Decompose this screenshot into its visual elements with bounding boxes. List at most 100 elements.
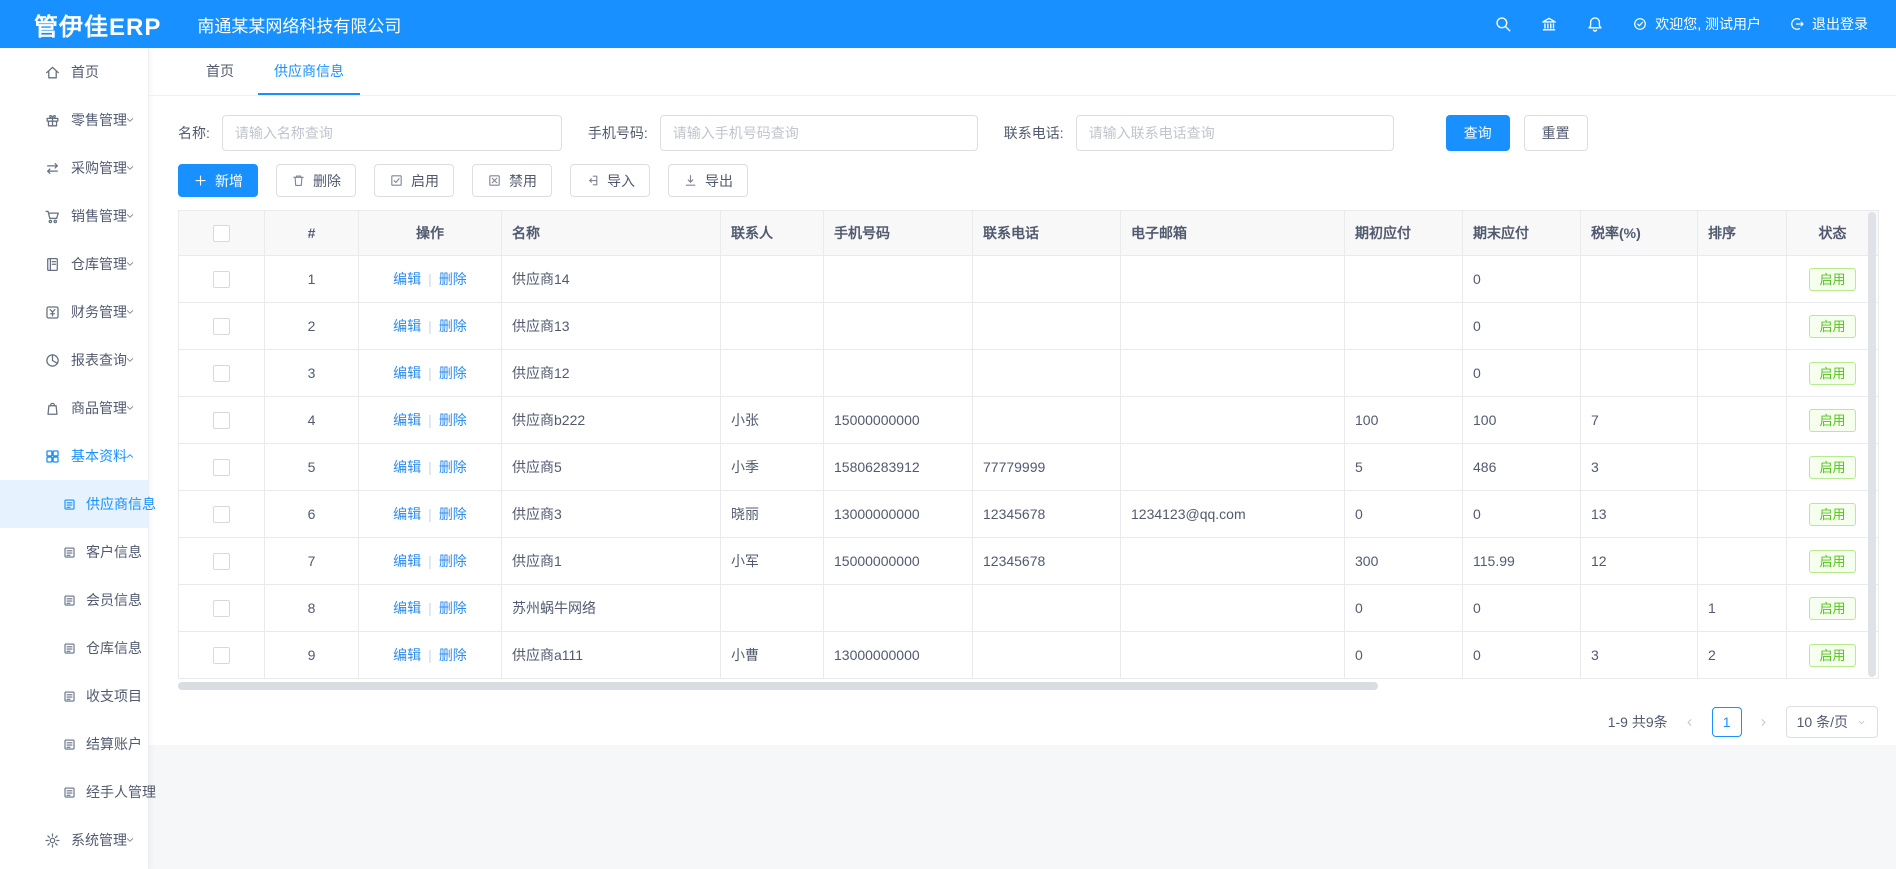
sidebar-item-customer-info[interactable]: 客户信息 xyxy=(0,528,148,576)
delete-link[interactable]: 删除 xyxy=(439,647,467,663)
sidebar-item-settlement-account[interactable]: 结算账户 xyxy=(0,720,148,768)
phone-filter-input[interactable] xyxy=(660,115,978,151)
search-icon[interactable] xyxy=(1494,15,1512,33)
table-horizontal-scrollbar[interactable] xyxy=(178,682,1378,690)
enable-button[interactable]: 启用 xyxy=(374,164,454,197)
delete-link[interactable]: 删除 xyxy=(439,600,467,616)
row-checkbox[interactable] xyxy=(213,412,230,429)
edit-link[interactable]: 编辑 xyxy=(393,553,421,569)
sidebar-item-finance[interactable]: 财务管理 xyxy=(0,288,148,336)
row-checkbox[interactable] xyxy=(213,365,230,382)
tel-filter-input[interactable] xyxy=(1076,115,1394,151)
row-checkbox[interactable] xyxy=(213,318,230,335)
delete-link[interactable]: 删除 xyxy=(439,365,467,381)
cell-closing: 0 xyxy=(1463,491,1581,538)
row-checkbox[interactable] xyxy=(213,600,230,617)
name-filter-input[interactable] xyxy=(222,115,562,151)
edit-link[interactable]: 编辑 xyxy=(393,365,421,381)
sidebar-item-purchase[interactable]: 采购管理 xyxy=(0,144,148,192)
sidebar-item-basic-data[interactable]: 基本资料 xyxy=(0,432,148,480)
sidebar-item-home[interactable]: 首页 xyxy=(0,48,148,96)
reset-button[interactable]: 重置 xyxy=(1524,115,1588,151)
column-header: 税率(%) xyxy=(1581,211,1698,256)
sidebar-item-handler-mgmt[interactable]: 经手人管理 xyxy=(0,768,148,816)
sidebar-item-warehouse[interactable]: 仓库管理 xyxy=(0,240,148,288)
app-root: 管伊佳ERP 南通某某网络科技有限公司 欢迎您, 测试用户 退出登录 首页零售管… xyxy=(0,0,1896,869)
cell-opening xyxy=(1345,350,1463,397)
tab-home[interactable]: 首页 xyxy=(190,48,250,95)
delete-link[interactable]: 删除 xyxy=(439,506,467,522)
import-button[interactable]: 导入 xyxy=(570,164,650,197)
cell-tax: 12 xyxy=(1581,538,1698,585)
main-area: 首页供应商信息 名称: 手机号码: 联系电话: 查询 重置 新增删除启用禁用导 xyxy=(148,48,1896,869)
table-vertical-scrollbar[interactable] xyxy=(1868,212,1876,677)
prev-page-button[interactable] xyxy=(1678,710,1702,734)
supplier-table-wrap: #操作名称联系人手机号码联系电话电子邮箱期初应付期末应付税率(%)排序状态 1编… xyxy=(178,210,1878,679)
phone-filter-label: 手机号码: xyxy=(588,123,648,143)
edit-link[interactable]: 编辑 xyxy=(393,459,421,475)
column-header: 排序 xyxy=(1698,211,1787,256)
sidebar-item-goods[interactable]: 商品管理 xyxy=(0,384,148,432)
cell-tax xyxy=(1581,350,1698,397)
row-checkbox[interactable] xyxy=(213,459,230,476)
row-checkbox[interactable] xyxy=(213,553,230,570)
sidebar-item-member-info[interactable]: 会员信息 xyxy=(0,576,148,624)
sidebar-item-label: 首页 xyxy=(71,62,99,82)
logout-button[interactable]: 退出登录 xyxy=(1789,14,1868,34)
row-actions: 编辑|删除 xyxy=(359,303,502,350)
export-button[interactable]: 导出 xyxy=(668,164,748,197)
select-all-checkbox[interactable] xyxy=(213,225,230,242)
filter-group-tel: 联系电话: xyxy=(1004,115,1394,151)
sidebar-item-supplier-info[interactable]: 供应商信息 xyxy=(0,480,148,528)
cell-closing: 486 xyxy=(1463,444,1581,491)
edit-link[interactable]: 编辑 xyxy=(393,506,421,522)
cell-tel xyxy=(973,585,1121,632)
tabstrip: 首页供应商信息 xyxy=(148,48,1896,96)
page-number[interactable]: 1 xyxy=(1712,707,1742,737)
status-badge: 启用 xyxy=(1809,456,1855,479)
add-button[interactable]: 新增 xyxy=(178,164,258,197)
row-checkbox[interactable] xyxy=(213,647,230,664)
tab-supplier-info[interactable]: 供应商信息 xyxy=(258,48,360,95)
edit-link[interactable]: 编辑 xyxy=(393,318,421,334)
row-index: 6 xyxy=(265,491,359,538)
welcome-user[interactable]: 欢迎您, 测试用户 xyxy=(1632,14,1761,34)
sidebar-item-report[interactable]: 报表查询 xyxy=(0,336,148,384)
disable-button[interactable]: 禁用 xyxy=(472,164,552,197)
delete-link[interactable]: 删除 xyxy=(439,271,467,287)
column-header: 电子邮箱 xyxy=(1121,211,1345,256)
bank-icon[interactable] xyxy=(1540,15,1558,33)
row-actions: 编辑|删除 xyxy=(359,350,502,397)
edit-link[interactable]: 编辑 xyxy=(393,600,421,616)
cell-contact xyxy=(721,585,824,632)
sidebar-item-sales[interactable]: 销售管理 xyxy=(0,192,148,240)
user-status-icon xyxy=(1632,16,1648,32)
search-button[interactable]: 查询 xyxy=(1446,115,1510,151)
delete-link[interactable]: 删除 xyxy=(439,318,467,334)
page-size-select[interactable]: 10 条/页 xyxy=(1786,706,1878,738)
status-badge: 启用 xyxy=(1809,503,1855,526)
edit-link[interactable]: 编辑 xyxy=(393,647,421,663)
doc-icon xyxy=(62,641,77,656)
sidebar-item-income-expense[interactable]: 收支项目 xyxy=(0,672,148,720)
sidebar-item-system[interactable]: 系统管理 xyxy=(0,816,148,864)
status-badge: 启用 xyxy=(1809,644,1855,667)
export-icon xyxy=(683,173,698,188)
x-square-icon xyxy=(487,173,502,188)
pagination-total: 1-9 共9条 xyxy=(1608,712,1668,732)
row-checkbox[interactable] xyxy=(213,271,230,288)
cell-email xyxy=(1121,632,1345,679)
next-page-button[interactable] xyxy=(1752,710,1776,734)
edit-link[interactable]: 编辑 xyxy=(393,412,421,428)
edit-link[interactable]: 编辑 xyxy=(393,271,421,287)
bell-icon[interactable] xyxy=(1586,15,1604,33)
row-checkbox[interactable] xyxy=(213,506,230,523)
column-header: 联系电话 xyxy=(973,211,1121,256)
delete-button[interactable]: 删除 xyxy=(276,164,356,197)
sidebar-item-retail[interactable]: 零售管理 xyxy=(0,96,148,144)
delete-link[interactable]: 删除 xyxy=(439,459,467,475)
delete-link[interactable]: 删除 xyxy=(439,412,467,428)
sidebar-item-warehouse-info[interactable]: 仓库信息 xyxy=(0,624,148,672)
cell-contact: 晓丽 xyxy=(721,491,824,538)
delete-link[interactable]: 删除 xyxy=(439,553,467,569)
